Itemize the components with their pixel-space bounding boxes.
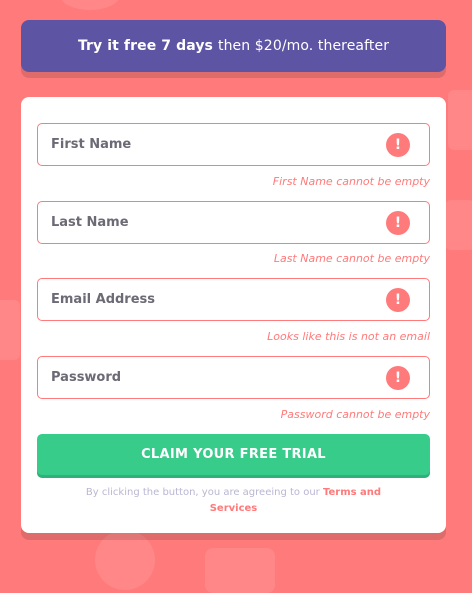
password-error: Password cannot be empty: [280, 408, 430, 421]
last-name-input[interactable]: [51, 202, 371, 243]
background-decoration: [445, 200, 472, 250]
terms-notice: By clicking the button, you are agreeing…: [81, 485, 386, 517]
promo-highlight: Try it free 7 days: [77, 38, 213, 54]
promo-text: then $20/mo. thereafter: [218, 38, 390, 54]
signup-form: ! First Name cannot be empty ! Last Name…: [21, 97, 446, 533]
background-decoration: [205, 548, 275, 593]
password-input[interactable]: [51, 357, 371, 398]
terms-prefix: By clicking the button, you are agreeing…: [85, 487, 320, 498]
email-input[interactable]: [51, 279, 371, 320]
last-name-field: !: [37, 201, 430, 244]
claim-trial-button[interactable]: CLAIM YOUR FREE TRIAL: [37, 434, 430, 475]
background-decoration: [95, 530, 155, 590]
email-error: Looks like this is not an email: [267, 330, 430, 343]
exclamation-icon: !: [386, 365, 410, 390]
background-decoration: [0, 300, 20, 360]
background-decoration: [448, 90, 472, 150]
first-name-error: First Name cannot be empty: [272, 175, 430, 188]
background-decoration: [60, 0, 120, 10]
exclamation-icon: !: [386, 210, 410, 235]
promo-banner: Try it free 7 days then $20/mo. thereaft…: [21, 20, 446, 72]
password-field: !: [37, 356, 430, 399]
last-name-error: Last Name cannot be empty: [273, 252, 430, 265]
exclamation-icon: !: [386, 287, 410, 312]
email-field: !: [37, 278, 430, 321]
exclamation-icon: !: [386, 132, 410, 157]
first-name-field: !: [37, 123, 430, 166]
first-name-input[interactable]: [51, 124, 371, 165]
